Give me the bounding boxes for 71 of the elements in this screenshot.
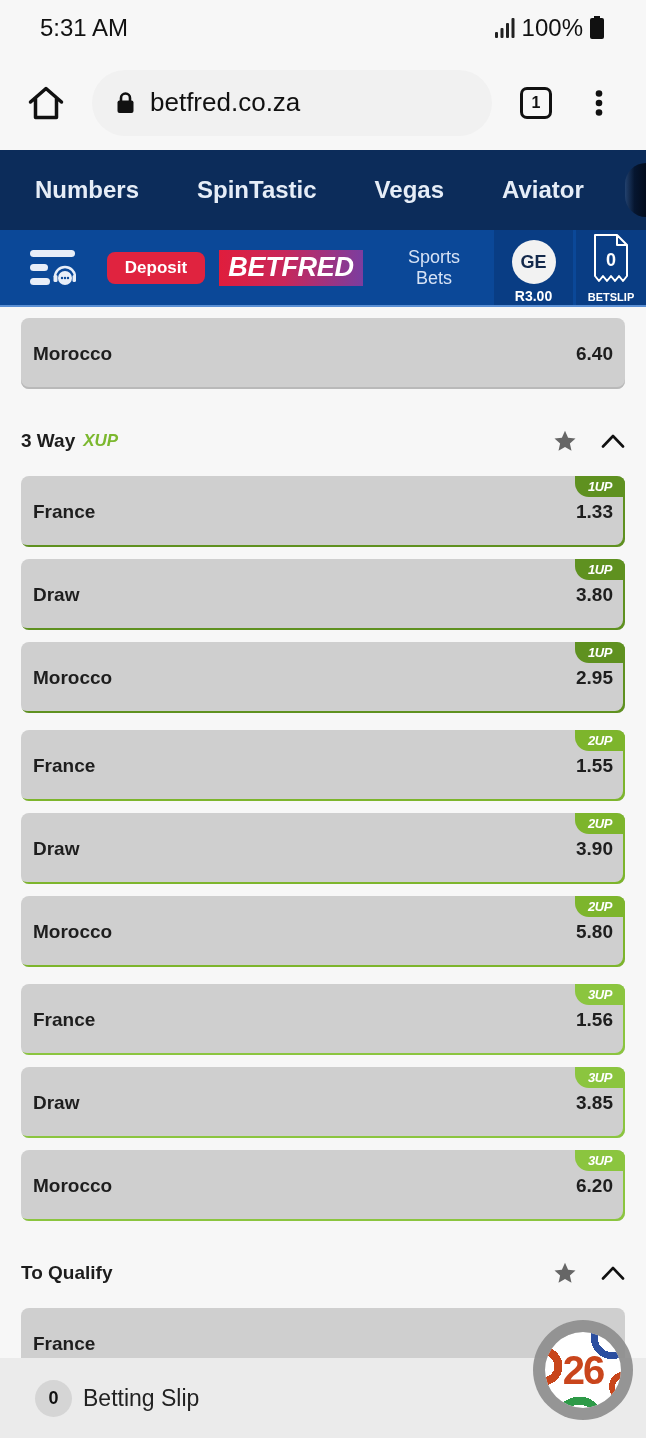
selection-name: France (33, 1332, 96, 1355)
odds-value: 1.56 (576, 1008, 613, 1031)
tab-switcher-button[interactable]: 1 (520, 86, 552, 119)
selection-name: Draw (33, 1091, 80, 1114)
sports-bets-link[interactable]: Sports Bets (408, 246, 461, 289)
selection-button[interactable]: Morocco 6.40 (21, 318, 625, 389)
signal-icon (494, 17, 515, 38)
odds-value: 5.80 (576, 920, 613, 943)
selection-button[interactable]: France 1.56 3UP (21, 984, 625, 1055)
selection-button[interactable]: Morocco 5.80 2UP (21, 896, 625, 967)
status-time: 5:31 AM (40, 13, 129, 42)
selection-name: Draw (33, 583, 80, 606)
account-avatar[interactable]: GE (511, 240, 556, 284)
url-text: betfred.co.za (150, 87, 301, 118)
nav-link[interactable]: Vegas (374, 176, 444, 204)
nav-link[interactable]: Numbers (35, 176, 140, 204)
selection-button[interactable]: Morocco 6.20 3UP (21, 1150, 625, 1221)
deposit-button[interactable]: Deposit (107, 251, 205, 284)
balance-text: R3.00 (514, 288, 553, 304)
boost-badge: 2UP (575, 896, 625, 917)
boost-badge: 1UP (575, 476, 625, 497)
selection-name: France (33, 500, 96, 523)
collapse-chevron-icon[interactable] (601, 434, 625, 448)
battery-percentage: 100% (521, 13, 583, 42)
odds-value: 3.85 (576, 1091, 613, 1114)
market-title: To Qualify (21, 1262, 113, 1284)
slip-count-badge: 0 (35, 1379, 72, 1417)
odds-value: 1.55 (576, 754, 613, 777)
selection-button[interactable]: France 1.55 2UP (21, 730, 625, 801)
boost-badge: 1UP (575, 559, 625, 580)
brand-logo[interactable]: BETFRED (219, 249, 363, 286)
odds-value: 1.33 (576, 500, 613, 523)
odds-value: 3.90 (576, 837, 613, 860)
lock-icon (117, 92, 134, 113)
selection-name: Morocco (33, 920, 113, 943)
boost-badge: 2UP (575, 813, 625, 834)
betslip-button[interactable]: 0 BETSLIP (576, 230, 646, 305)
selection-name: France (33, 754, 96, 777)
nav-link[interactable]: SpinTastic (197, 176, 317, 204)
selection-button[interactable]: Draw 3.80 1UP (21, 559, 625, 630)
betting-slip-label: Betting Slip (83, 1384, 200, 1412)
odds-value: 6.40 (576, 342, 613, 365)
more-options-icon[interactable] (595, 89, 603, 116)
collapse-chevron-icon[interactable] (601, 1266, 625, 1280)
betslip-count: 0 (593, 233, 629, 283)
selection-name: Draw (33, 837, 80, 860)
selection-button[interactable]: Draw 3.85 3UP (21, 1067, 625, 1138)
selection-button[interactable]: France 1.33 1UP (21, 476, 625, 547)
home-icon[interactable] (28, 85, 64, 120)
nav-link[interactable]: Aviator (502, 176, 584, 204)
selection-name: Morocco (33, 1174, 113, 1197)
address-bar[interactable]: betfred.co.za (92, 69, 492, 136)
market-title: 3 Way (21, 430, 76, 452)
odds-value: 2.95 (576, 666, 613, 689)
selection-button[interactable]: Draw 3.90 2UP (21, 813, 625, 884)
favorite-star-icon[interactable] (553, 1262, 577, 1284)
selection-button[interactable]: Morocco 2.95 1UP (21, 642, 625, 713)
boost-tag: XUP (83, 431, 119, 451)
selection-name: Morocco (33, 342, 113, 365)
boost-badge: 3UP (575, 1067, 625, 1088)
boost-badge: 1UP (575, 642, 625, 663)
menu-support-icon[interactable] (30, 249, 76, 286)
boost-badge: 3UP (575, 1150, 625, 1171)
odds-value: 6.20 (576, 1174, 613, 1197)
selection-name: France (33, 1008, 96, 1031)
odds-value: 3.80 (576, 583, 613, 606)
boost-badge: 3UP (575, 984, 625, 1005)
favorite-star-icon[interactable] (553, 430, 577, 452)
selection-name: Morocco (33, 666, 113, 689)
boost-badge: 2UP (575, 730, 625, 751)
battery-icon (590, 16, 604, 39)
